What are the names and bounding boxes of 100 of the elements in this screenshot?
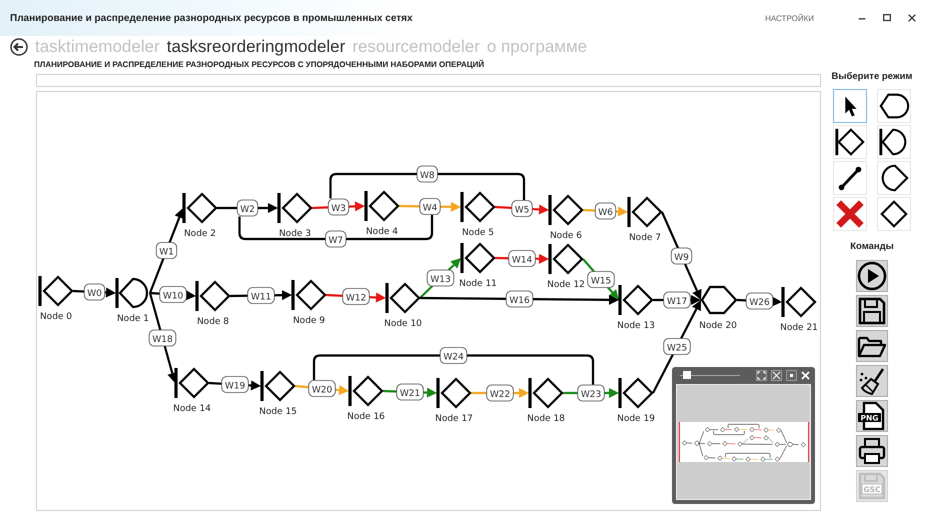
input-field[interactable] bbox=[36, 74, 821, 87]
edge-label[interactable]: W12 bbox=[342, 288, 370, 305]
merge-mode-button[interactable] bbox=[877, 89, 911, 123]
bar-diamond-node[interactable] bbox=[618, 377, 654, 409]
edge-label[interactable]: W1 bbox=[156, 242, 178, 259]
fit-icon[interactable] bbox=[756, 370, 767, 381]
connector-line[interactable] bbox=[312, 354, 594, 384]
edge-label[interactable]: W11 bbox=[247, 287, 275, 304]
bar-diamond-node[interactable] bbox=[548, 194, 584, 226]
save-button[interactable] bbox=[856, 295, 888, 327]
diamond-mode-button[interactable] bbox=[877, 197, 911, 231]
close-icon[interactable] bbox=[907, 13, 917, 23]
edge-label[interactable]: W21 bbox=[396, 384, 424, 400]
node-label: Node 8 bbox=[196, 317, 230, 327]
node-label: Node 21 bbox=[780, 323, 818, 333]
edge-label[interactable]: W9 bbox=[670, 248, 692, 264]
expand-icon[interactable] bbox=[771, 370, 782, 381]
edge-label[interactable]: W10 bbox=[159, 286, 187, 303]
edge-label[interactable]: W15 bbox=[587, 271, 615, 288]
page-subtitle: ПЛАНИРОВАНИЕ И РАСПРЕДЕЛЕНИЕ РАЗНОРОДНЫХ РЕСУРСОВ С УПОРЯДОЧЕННЫМИ НАБОРАМИ ОПЕРАЦИЙ bbox=[33, 58, 486, 71]
bar-diamond-node[interactable] bbox=[385, 282, 421, 314]
bar-diamond-node[interactable] bbox=[260, 370, 296, 402]
edge-label[interactable]: W17 bbox=[663, 292, 691, 308]
delete-mode-button[interactable] bbox=[833, 197, 867, 231]
connector-line[interactable] bbox=[329, 172, 526, 200]
edge-label[interactable]: W0 bbox=[84, 284, 106, 300]
node-label: Node 5 bbox=[462, 228, 494, 238]
edge-label[interactable]: W14 bbox=[508, 250, 536, 267]
bar-diamond-node[interactable] bbox=[348, 375, 384, 407]
play-icon bbox=[857, 261, 887, 291]
node-label: Node 19 bbox=[617, 414, 655, 424]
edge-label[interactable]: W5 bbox=[511, 200, 533, 217]
edge-label[interactable]: W13 bbox=[426, 270, 454, 286]
bar-diamond-node[interactable] bbox=[277, 192, 313, 224]
bar-diamond-node[interactable] bbox=[528, 377, 564, 409]
nav-tab[interactable]: tasksreorderingmodeler bbox=[166, 37, 346, 57]
diamond-icon bbox=[878, 198, 910, 230]
node-label: Node 15 bbox=[259, 407, 297, 417]
bar-diamond-node[interactable] bbox=[618, 284, 654, 316]
slider-thumb[interactable] bbox=[683, 371, 691, 379]
bar-diamond-node[interactable] bbox=[38, 275, 74, 307]
edge-label[interactable]: W26 bbox=[746, 292, 774, 310]
node-label: Node 0 bbox=[40, 312, 72, 322]
connector-mode-button[interactable] bbox=[833, 161, 867, 195]
bar-diamond-node[interactable] bbox=[627, 196, 663, 228]
edge-label[interactable]: W8 bbox=[416, 166, 438, 182]
mode-heading: Выберите режим bbox=[832, 71, 912, 82]
print-button[interactable] bbox=[856, 435, 888, 467]
node-label: Node 2 bbox=[184, 229, 216, 239]
edge-label[interactable]: W23 bbox=[577, 384, 605, 402]
arrow[interactable] bbox=[398, 202, 461, 212]
edge-label[interactable]: W19 bbox=[221, 376, 249, 393]
bar-diamond-mode-button[interactable] bbox=[833, 125, 867, 159]
broom-icon bbox=[857, 366, 887, 396]
center-icon[interactable] bbox=[786, 370, 797, 381]
node-label: Node 14 bbox=[173, 404, 211, 414]
bar-diamond-node[interactable] bbox=[195, 280, 231, 312]
edge-label[interactable]: W18 bbox=[148, 330, 176, 346]
window-title: Планирование и распределение разнородных ресурсов в промышленных сетях bbox=[10, 12, 414, 24]
commands-heading: Команды bbox=[850, 241, 894, 252]
bar-diamond-node[interactable] bbox=[174, 367, 210, 399]
back-icon[interactable] bbox=[10, 38, 28, 56]
clear-button[interactable] bbox=[856, 365, 888, 397]
settings-link[interactable]: НАСТРОЙКИ bbox=[765, 14, 814, 22]
bar-diamond-node[interactable] bbox=[548, 243, 584, 275]
bar-diamond-node[interactable] bbox=[460, 191, 496, 223]
node-label: Node 10 bbox=[384, 319, 422, 329]
run-button[interactable] bbox=[856, 260, 888, 292]
split-mode-button[interactable] bbox=[877, 161, 911, 195]
edge-label[interactable]: W2 bbox=[236, 200, 258, 216]
bar-diamond-node[interactable] bbox=[364, 190, 400, 222]
pointer-mode-button[interactable] bbox=[833, 89, 867, 123]
node-label: Node 13 bbox=[617, 321, 655, 331]
bar-diamond-icon bbox=[834, 126, 866, 158]
bar-diamond-node[interactable] bbox=[436, 377, 472, 409]
edge-label[interactable]: W7 bbox=[325, 230, 346, 248]
node-label: Node 7 bbox=[628, 233, 662, 243]
bar-diamond-node[interactable] bbox=[781, 286, 817, 318]
merge-node[interactable] bbox=[700, 286, 738, 314]
edge-label[interactable]: W24 bbox=[440, 347, 468, 364]
open-button[interactable] bbox=[856, 330, 888, 362]
bar-diamond-node[interactable] bbox=[182, 192, 218, 224]
node-label: Node 16 bbox=[347, 412, 385, 422]
bar-round-mode-button[interactable] bbox=[877, 125, 911, 159]
maximize-icon[interactable] bbox=[882, 13, 892, 23]
printer-icon bbox=[857, 436, 887, 466]
edge-label[interactable]: W6 bbox=[594, 202, 616, 220]
bar-diamond-node[interactable] bbox=[460, 242, 496, 274]
edge-label[interactable]: W20 bbox=[308, 380, 336, 397]
bar-round-node[interactable] bbox=[115, 278, 148, 308]
node-label: Node 1 bbox=[116, 314, 150, 324]
diagram-canvas[interactable] bbox=[36, 91, 821, 511]
edge-label[interactable]: W3 bbox=[328, 198, 350, 216]
edge-label[interactable]: W22 bbox=[486, 384, 514, 402]
edge-label[interactable]: W4 bbox=[419, 198, 441, 215]
edge-label[interactable]: W16 bbox=[506, 290, 534, 308]
edge-label[interactable]: W25 bbox=[663, 338, 691, 355]
node-label: Node 11 bbox=[459, 279, 497, 289]
bar-diamond-node[interactable] bbox=[291, 279, 327, 311]
node-label: Node 3 bbox=[278, 229, 312, 239]
